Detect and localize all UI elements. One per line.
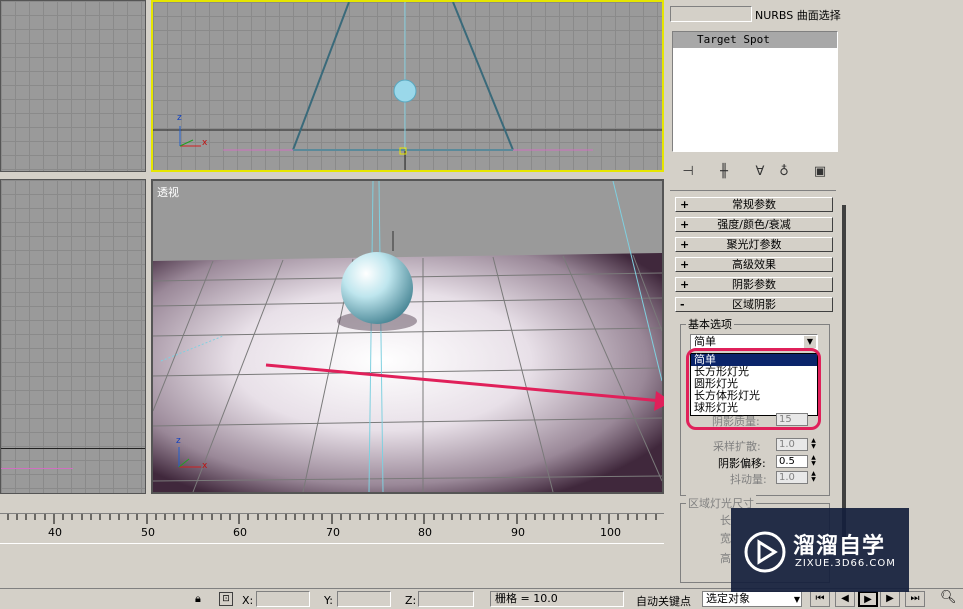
zoom-icon[interactable]: 🔍︎: [940, 590, 957, 605]
z-label: Z:: [405, 594, 417, 607]
spinner-arrows-icon[interactable]: ▲ ▼: [809, 438, 818, 451]
x-label: X:: [242, 594, 254, 607]
panel-scrollbar[interactable]: [842, 205, 846, 545]
absolute-mode-icon[interactable]: ⊡: [219, 592, 233, 606]
timeline-ruler[interactable]: 40 50 60 70 80 90 100: [0, 513, 664, 543]
perspective-scene: [153, 181, 662, 492]
next-frame-icon[interactable]: ▶︎: [880, 591, 900, 607]
front-viewport-scene: [153, 2, 662, 170]
timeline-tick-label: 90: [511, 526, 525, 539]
shadow-quality-spinner[interactable]: 15: [776, 413, 808, 426]
dim-width-label: 宽: [720, 532, 731, 545]
timeline-tick-label: 60: [233, 526, 247, 539]
watermark-logo: 溜溜自学 ZIXUE.3D66.COM: [731, 508, 909, 592]
z-coord-field[interactable]: [418, 591, 474, 607]
chevron-down-icon[interactable]: ▼: [804, 336, 816, 348]
prompt-area[interactable]: [0, 543, 664, 587]
watermark-brand: 溜溜自学: [793, 534, 886, 559]
grid-readout: 栅格 = 10.0: [490, 591, 624, 607]
dim-height-label: 高: [720, 552, 731, 565]
timeline-tick-label: 40: [48, 526, 62, 539]
viewport-top-left[interactable]: [0, 0, 146, 172]
selection-set-dropdown[interactable]: 选定对象 ▼: [702, 591, 802, 607]
selection-set-value: 选定对象: [706, 592, 750, 605]
viewport-perspective[interactable]: 透视 z x: [151, 179, 664, 494]
persp-axis-z: z: [176, 436, 181, 446]
sample-spread-spinner[interactable]: 1.0: [776, 438, 808, 451]
play-logo-icon: [744, 531, 786, 573]
rollout-shadow[interactable]: + 阴影参数: [675, 277, 833, 292]
shadow-bias-label: 阴影偏移:: [718, 457, 766, 470]
y-coord-field[interactable]: [337, 591, 391, 607]
grid-text: 栅格 = 10.0: [495, 592, 558, 605]
rollout-general[interactable]: + 常规参数: [675, 197, 833, 212]
go-to-end-icon[interactable]: ⏭︎: [905, 591, 925, 607]
shadow-bias-spinner[interactable]: 0.5: [776, 455, 808, 468]
rollout-advanced[interactable]: + 高级效果: [675, 257, 833, 272]
annotation-arrow: [265, 363, 672, 411]
group-basic-title: 基本选项: [686, 316, 734, 332]
dropdown-value: 简单: [694, 335, 716, 348]
chevron-down-icon[interactable]: ▼: [794, 593, 800, 607]
timeline-tick-label: 50: [141, 526, 155, 539]
play-icon[interactable]: ▶︎: [858, 591, 878, 607]
pin-icon[interactable]: ⊣: [678, 162, 698, 182]
viewport-front[interactable]: z x: [151, 0, 664, 172]
spinner-arrows-icon[interactable]: ▲ ▼: [809, 455, 818, 468]
object-list[interactable]: Target Spot: [672, 31, 838, 152]
spinner-arrows-icon[interactable]: ▲ ▼: [809, 471, 818, 484]
show-end-result-icon[interactable]: ╫: [714, 162, 734, 182]
front-axis-x: x: [202, 138, 208, 148]
rollout-area-shadows[interactable]: - 区域阴影: [675, 297, 833, 312]
auto-key-label[interactable]: 自动关键点: [636, 593, 691, 609]
perspective-label: 透视: [157, 186, 179, 199]
timeline-tick-label: 70: [326, 526, 340, 539]
viewport-bottom-left[interactable]: [0, 179, 146, 494]
rollout-intensity[interactable]: + 强度/颜色/衰减: [675, 217, 833, 232]
rollout-spotlight[interactable]: + 聚光灯参数: [675, 237, 833, 252]
persp-axis-x: x: [202, 461, 208, 471]
timeline-tick-label: 100: [600, 526, 621, 539]
list-item[interactable]: Target Spot: [673, 32, 837, 48]
shadow-quality-label: 阴影质量:: [712, 415, 760, 428]
dim-length-label: 长: [720, 514, 731, 527]
y-label: Y:: [324, 594, 333, 607]
front-axis-z: z: [177, 113, 182, 123]
make-unique-icon[interactable]: ∀: [750, 162, 770, 182]
sample-spread-label: 采样扩散:: [713, 440, 761, 453]
watermark-url: ZIXUE.3D66.COM: [795, 558, 896, 569]
jitter-label: 抖动量:: [730, 473, 767, 486]
previous-frame-icon[interactable]: ◀︎: [835, 591, 855, 607]
jitter-spinner[interactable]: 1.0: [776, 471, 808, 484]
lock-icon[interactable]: 🔒︎: [195, 592, 201, 606]
top-field[interactable]: [670, 6, 752, 22]
x-coord-field[interactable]: [256, 591, 310, 607]
configure-sets-icon[interactable]: ▣: [810, 162, 830, 182]
go-to-start-icon[interactable]: ⏮︎: [810, 591, 830, 607]
nurbs-label: NURBS 曲面选择: [755, 9, 841, 22]
timeline-tick-label: 80: [418, 526, 432, 539]
remove-modifier-icon[interactable]: ♁: [774, 162, 794, 182]
